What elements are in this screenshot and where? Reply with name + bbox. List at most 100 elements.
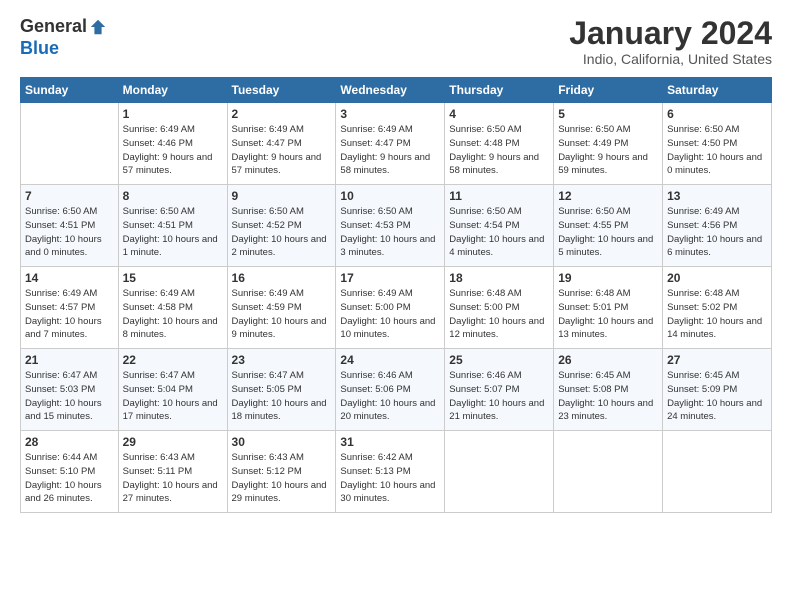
day-number: 6 xyxy=(667,107,767,121)
table-row: 28 Sunrise: 6:44 AMSunset: 5:10 PMDayligh… xyxy=(21,431,119,513)
table-row: 3Sunrise: 6:49 AMSunset: 4:47 PMDaylight… xyxy=(336,103,445,185)
day-info: Sunrise: 6:43 AMSunset: 5:11 PMDaylight:… xyxy=(123,451,223,506)
day-number: 12 xyxy=(558,189,658,203)
table-row: 11Sunrise: 6:50 AMSunset: 4:54 PMDayligh… xyxy=(445,185,554,267)
table-row: 20 Sunrise: 6:48 AMSunset: 5:02 PMDayligh… xyxy=(663,267,772,349)
week-row-1: 7 Sunrise: 6:50 AMSunset: 4:51 PMDaylight… xyxy=(21,185,772,267)
table-row: 12 Sunrise: 6:50 AMSunset: 4:55 PMDayligh… xyxy=(554,185,663,267)
day-number: 22 xyxy=(123,353,223,367)
week-row-4: 28 Sunrise: 6:44 AMSunset: 5:10 PMDayligh… xyxy=(21,431,772,513)
day-info: Sunrise: 6:50 AMSunset: 4:54 PMDaylight:… xyxy=(449,205,549,260)
main-container: General Blue January 2024 Indio, Califor… xyxy=(0,0,792,523)
day-number: 7 xyxy=(25,189,114,203)
table-row: 14 Sunrise: 6:49 AMSunset: 4:57 PMDayligh… xyxy=(21,267,119,349)
day-number: 2 xyxy=(232,107,332,121)
day-number: 5 xyxy=(558,107,658,121)
day-number: 3 xyxy=(340,107,440,121)
day-info: Sunrise: 6:47 AMSunset: 5:03 PMDaylight:… xyxy=(25,369,114,424)
table-row: 4Sunrise: 6:50 AMSunset: 4:48 PMDaylight… xyxy=(445,103,554,185)
col-monday: Monday xyxy=(118,78,227,103)
title-section: January 2024 Indio, California, United S… xyxy=(569,16,772,67)
day-number: 20 xyxy=(667,271,767,285)
table-row xyxy=(554,431,663,513)
col-saturday: Saturday xyxy=(663,78,772,103)
day-info: Sunrise: 6:50 AMSunset: 4:49 PMDaylight:… xyxy=(558,123,658,178)
table-row: 23 Sunrise: 6:47 AMSunset: 5:05 PMDayligh… xyxy=(227,349,336,431)
day-number: 18 xyxy=(449,271,549,285)
day-info: Sunrise: 6:49 AMSunset: 4:59 PMDaylight:… xyxy=(232,287,332,342)
day-number: 9 xyxy=(232,189,332,203)
day-number: 29 xyxy=(123,435,223,449)
table-row: 6Sunrise: 6:50 AMSunset: 4:50 PMDaylight… xyxy=(663,103,772,185)
day-number: 25 xyxy=(449,353,549,367)
day-info: Sunrise: 6:48 AMSunset: 5:02 PMDaylight:… xyxy=(667,287,767,342)
week-row-0: 1Sunrise: 6:49 AMSunset: 4:46 PMDaylight… xyxy=(21,103,772,185)
table-row xyxy=(445,431,554,513)
week-row-3: 21 Sunrise: 6:47 AMSunset: 5:03 PMDayligh… xyxy=(21,349,772,431)
day-info: Sunrise: 6:45 AMSunset: 5:08 PMDaylight:… xyxy=(558,369,658,424)
table-row: 31Sunrise: 6:42 AMSunset: 5:13 PMDayligh… xyxy=(336,431,445,513)
day-number: 16 xyxy=(232,271,332,285)
logo-blue: Blue xyxy=(20,38,59,58)
table-row: 17 Sunrise: 6:49 AMSunset: 5:00 PMDayligh… xyxy=(336,267,445,349)
table-row: 9 Sunrise: 6:50 AMSunset: 4:52 PMDaylight… xyxy=(227,185,336,267)
day-number: 1 xyxy=(123,107,223,121)
table-row: 22 Sunrise: 6:47 AMSunset: 5:04 PMDayligh… xyxy=(118,349,227,431)
table-row: 27 Sunrise: 6:45 AMSunset: 5:09 PMDayligh… xyxy=(663,349,772,431)
week-row-2: 14 Sunrise: 6:49 AMSunset: 4:57 PMDayligh… xyxy=(21,267,772,349)
table-row: 1Sunrise: 6:49 AMSunset: 4:46 PMDaylight… xyxy=(118,103,227,185)
day-info: Sunrise: 6:50 AMSunset: 4:52 PMDaylight:… xyxy=(232,205,332,260)
col-tuesday: Tuesday xyxy=(227,78,336,103)
logo-general: General xyxy=(20,16,87,38)
day-number: 28 xyxy=(25,435,114,449)
day-number: 23 xyxy=(232,353,332,367)
day-info: Sunrise: 6:49 AMSunset: 5:00 PMDaylight:… xyxy=(340,287,440,342)
table-row: 7Sunrise: 6:50 AMSunset: 4:51 PMDaylight… xyxy=(21,185,119,267)
day-info: Sunrise: 6:49 AMSunset: 4:57 PMDaylight:… xyxy=(25,287,114,342)
day-number: 8 xyxy=(123,189,223,203)
table-row xyxy=(21,103,119,185)
day-info: Sunrise: 6:47 AMSunset: 5:04 PMDaylight:… xyxy=(123,369,223,424)
table-row: 25 Sunrise: 6:46 AMSunset: 5:07 PMDayligh… xyxy=(445,349,554,431)
day-number: 27 xyxy=(667,353,767,367)
table-row xyxy=(663,431,772,513)
day-number: 4 xyxy=(449,107,549,121)
day-info: Sunrise: 6:42 AMSunset: 5:13 PMDaylight:… xyxy=(340,451,440,506)
header-row: Sunday Monday Tuesday Wednesday Thursday… xyxy=(21,78,772,103)
day-info: Sunrise: 6:47 AMSunset: 5:05 PMDaylight:… xyxy=(232,369,332,424)
table-row: 18Sunrise: 6:48 AMSunset: 5:00 PMDayligh… xyxy=(445,267,554,349)
col-sunday: Sunday xyxy=(21,78,119,103)
day-info: Sunrise: 6:46 AMSunset: 5:07 PMDaylight:… xyxy=(449,369,549,424)
day-number: 19 xyxy=(558,271,658,285)
day-info: Sunrise: 6:44 AMSunset: 5:10 PMDaylight:… xyxy=(25,451,114,506)
day-info: Sunrise: 6:50 AMSunset: 4:55 PMDaylight:… xyxy=(558,205,658,260)
col-thursday: Thursday xyxy=(445,78,554,103)
day-number: 30 xyxy=(232,435,332,449)
day-info: Sunrise: 6:48 AMSunset: 5:01 PMDaylight:… xyxy=(558,287,658,342)
table-row: 8 Sunrise: 6:50 AMSunset: 4:51 PMDaylight… xyxy=(118,185,227,267)
table-row: 16 Sunrise: 6:49 AMSunset: 4:59 PMDayligh… xyxy=(227,267,336,349)
logo-icon xyxy=(89,18,107,36)
day-info: Sunrise: 6:46 AMSunset: 5:06 PMDaylight:… xyxy=(340,369,440,424)
header: General Blue January 2024 Indio, Califor… xyxy=(20,16,772,67)
table-row: 19 Sunrise: 6:48 AMSunset: 5:01 PMDayligh… xyxy=(554,267,663,349)
day-number: 17 xyxy=(340,271,440,285)
day-number: 14 xyxy=(25,271,114,285)
day-info: Sunrise: 6:45 AMSunset: 5:09 PMDaylight:… xyxy=(667,369,767,424)
day-number: 13 xyxy=(667,189,767,203)
day-info: Sunrise: 6:43 AMSunset: 5:12 PMDaylight:… xyxy=(232,451,332,506)
table-row: 13 Sunrise: 6:49 AMSunset: 4:56 PMDayligh… xyxy=(663,185,772,267)
day-info: Sunrise: 6:50 AMSunset: 4:51 PMDaylight:… xyxy=(123,205,223,260)
table-row: 2Sunrise: 6:49 AMSunset: 4:47 PMDaylight… xyxy=(227,103,336,185)
day-number: 15 xyxy=(123,271,223,285)
table-row: 5 Sunrise: 6:50 AMSunset: 4:49 PMDaylight… xyxy=(554,103,663,185)
day-info: Sunrise: 6:49 AMSunset: 4:58 PMDaylight:… xyxy=(123,287,223,342)
day-info: Sunrise: 6:49 AMSunset: 4:56 PMDaylight:… xyxy=(667,205,767,260)
month-title: January 2024 xyxy=(569,16,772,51)
table-row: 21 Sunrise: 6:47 AMSunset: 5:03 PMDayligh… xyxy=(21,349,119,431)
day-number: 26 xyxy=(558,353,658,367)
table-row: 24 Sunrise: 6:46 AMSunset: 5:06 PMDayligh… xyxy=(336,349,445,431)
day-number: 24 xyxy=(340,353,440,367)
logo: General Blue xyxy=(20,16,107,59)
day-number: 21 xyxy=(25,353,114,367)
